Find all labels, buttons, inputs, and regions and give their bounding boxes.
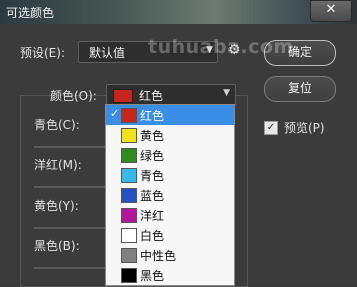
color-swatch [121, 168, 137, 183]
check-icon: ✓ [110, 107, 120, 120]
colors-value: 红色 [139, 89, 164, 103]
dropdown-item-label: 中性色 [140, 249, 177, 263]
reset-button[interactable]: 复位 [264, 76, 336, 102]
dropdown-item-label: 蓝色 [140, 189, 165, 203]
preset-label: 预设(E): [20, 46, 65, 60]
preset-select[interactable]: 默认值 ▼ [78, 41, 218, 63]
color-swatch [121, 208, 137, 223]
color-swatch [121, 248, 137, 263]
dropdown-item[interactable]: 青色 [106, 165, 234, 185]
color-swatch [121, 128, 137, 143]
dropdown-item[interactable]: 绿色 [106, 145, 234, 165]
cyan-label: 青色(C): [34, 118, 80, 132]
black-label: 黑色(B): [34, 239, 80, 253]
dropdown-item-label: 白色 [140, 229, 165, 243]
dropdown-item-label: 绿色 [140, 149, 165, 163]
magenta-slider-track[interactable] [34, 186, 106, 188]
magenta-label: 洋红(M): [34, 158, 82, 172]
yellow-label: 黄色(Y): [34, 199, 79, 213]
dropdown-item[interactable]: 黄色 [106, 125, 234, 145]
chevron-down-icon: ▼ [223, 88, 230, 98]
close-icon: ✕ [325, 2, 337, 17]
dropdown-item[interactable]: 洋红 [106, 205, 234, 225]
window-title: 可选颜色 [6, 6, 55, 20]
dropdown-item-label: 洋红 [140, 209, 165, 223]
black-slider-track[interactable] [34, 267, 106, 269]
dropdown-item-label: 黑色 [140, 269, 165, 283]
dropdown-item[interactable]: ✓ 红色 [106, 105, 234, 125]
chevron-down-icon: ▼ [206, 45, 213, 55]
colors-select[interactable]: 红色 ▼ [106, 84, 236, 106]
preset-value: 默认值 [89, 46, 126, 60]
dropdown-item[interactable]: 黑色 [106, 265, 234, 285]
dropdown-item[interactable]: 蓝色 [106, 185, 234, 205]
close-button[interactable]: ✕ [310, 0, 352, 22]
dropdown-item-label: 红色 [140, 109, 165, 123]
dropdown-item-label: 青色 [140, 169, 165, 183]
dropdown-item[interactable]: 中性色 [106, 245, 234, 265]
color-swatch [121, 188, 137, 203]
color-swatch [121, 228, 137, 243]
title-bar: 可选颜色 ✕ [0, 0, 357, 24]
colors-dropdown-list: ✓ 红色黄色绿色青色蓝色洋红白色中性色黑色 [105, 104, 235, 286]
preview-label: 预览(P) [284, 121, 325, 135]
selected-color-swatch [113, 89, 133, 103]
yellow-slider-track[interactable] [34, 227, 106, 229]
check-icon: ✓ [264, 121, 278, 135]
gear-icon[interactable]: ⚙ [228, 42, 241, 58]
dropdown-item[interactable]: 白色 [106, 225, 234, 245]
color-swatch [121, 148, 137, 163]
cyan-slider-track[interactable] [34, 146, 106, 148]
colors-label: 颜色(O): [50, 89, 97, 103]
dropdown-item-label: 黄色 [140, 129, 165, 143]
color-swatch [121, 108, 137, 123]
color-swatch [121, 268, 137, 283]
ok-button[interactable]: 确定 [264, 40, 336, 66]
